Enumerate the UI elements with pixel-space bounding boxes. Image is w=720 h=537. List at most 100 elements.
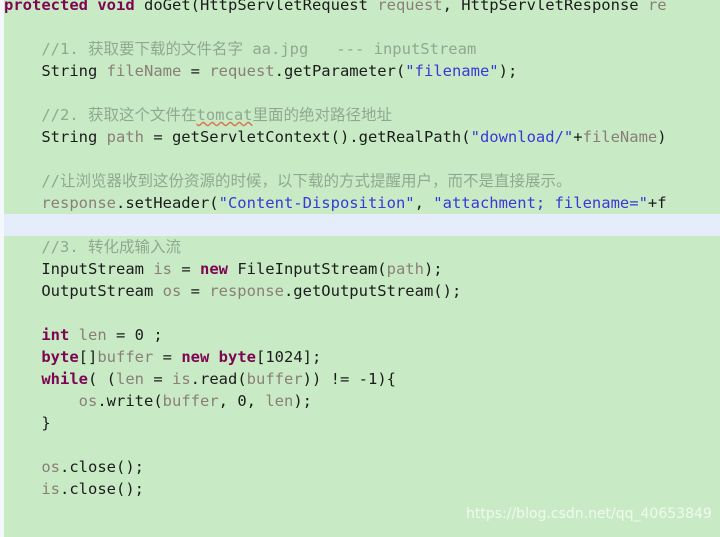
code-line[interactable]: os.close(); — [0, 456, 720, 478]
code-line[interactable]: os.write(buffer, 0, len); — [0, 390, 720, 412]
code-token-plain: [] — [78, 348, 98, 366]
code-token-plain: .getOutputStream(); — [283, 282, 462, 300]
code-token-kw: void — [97, 0, 135, 14]
code-line[interactable]: while( (len = is.read(buffer)) != -1){ — [0, 368, 720, 390]
code-line[interactable] — [0, 522, 720, 537]
code-token-var: request — [377, 0, 443, 14]
code-line[interactable]: int len = 0 ; — [0, 324, 720, 346]
code-screenshot: protected void doGet(HttpServletRequest … — [0, 0, 720, 537]
code-token-cmt-wavy: tomcat — [196, 106, 253, 124]
code-token-kw: new — [181, 348, 210, 366]
code-line[interactable]: String path = getServletContext().getRea… — [0, 126, 720, 148]
code-line[interactable] — [0, 500, 720, 522]
code-token-kw: byte — [41, 348, 79, 366]
code-line[interactable] — [0, 148, 720, 170]
code-line[interactable]: protected void doGet(HttpServletRequest … — [0, 0, 720, 16]
code-token-plain: , HttpServletResponse — [442, 0, 648, 14]
code-line[interactable]: //3. 转化成输入流 — [0, 236, 720, 258]
code-token-var: buffer — [162, 392, 219, 410]
code-line[interactable] — [0, 434, 720, 456]
code-token-cmt: //1. 获取要下载的文件名字 aa.jpg --- inputStream — [4, 40, 477, 58]
code-line[interactable]: InputStream is = new FileInputStream(pat… — [0, 258, 720, 280]
code-line[interactable]: OutputStream os = response.getOutputStre… — [0, 280, 720, 302]
code-token-kw: protected — [4, 0, 88, 14]
code-line[interactable]: //1. 获取要下载的文件名字 aa.jpg --- inputStream — [0, 38, 720, 60]
code-token-plain: } — [4, 414, 51, 432]
code-token-str: "download/" — [470, 128, 574, 146]
code-editor-surface[interactable]: protected void doGet(HttpServletRequest … — [0, 0, 720, 537]
code-token-var: is — [153, 260, 172, 278]
code-line[interactable]: byte[]buffer = new byte[1024]; — [0, 346, 720, 368]
code-token-var: response — [41, 194, 116, 212]
code-token-var: is — [172, 370, 191, 388]
code-line[interactable]: response.setHeader("Content-Disposition"… — [0, 192, 720, 214]
code-token-kw: while — [41, 370, 88, 388]
code-token-kw: int — [41, 326, 70, 344]
code-token-plain: String — [4, 128, 107, 146]
code-token-cmt: //2. 获取这个文件在 — [4, 106, 197, 124]
editor-left-gutter-strip — [0, 0, 4, 537]
code-line[interactable] — [0, 16, 720, 38]
code-token-plain: .write( — [97, 392, 163, 410]
code-token-plain: = — [153, 348, 182, 366]
code-token-plain: = — [171, 260, 200, 278]
code-token-var: len — [265, 392, 294, 410]
code-token-cmt: //让浏览器收到这份资源的时候，以下载的方式提醒用户，而不是直接展示。 — [4, 172, 572, 190]
code-token-plain: ); — [498, 62, 518, 80]
code-token-plain: String — [4, 62, 107, 80]
code-line[interactable]: //让浏览器收到这份资源的时候，以下载的方式提醒用户，而不是直接展示。 — [0, 170, 720, 192]
code-token-kw: new — [199, 260, 228, 278]
code-token-plain: [1024]; — [256, 348, 322, 366]
code-token-cmt: 里面的绝对路径地址 — [252, 106, 393, 124]
code-token-plain: = getServletContext().getRealPath( — [143, 128, 471, 146]
code-line-list[interactable]: protected void doGet(HttpServletRequest … — [0, 0, 720, 537]
code-token-plain: , — [414, 194, 434, 212]
code-token-plain: ); — [423, 260, 443, 278]
code-token-plain: OutputStream — [4, 282, 163, 300]
code-token-plain: = — [144, 370, 172, 388]
code-token-plain: + — [573, 128, 583, 146]
code-token-str: "attachment; filename=" — [433, 194, 648, 212]
code-token-var: len — [78, 326, 107, 344]
code-token-var: os — [41, 458, 60, 476]
code-token-var: buffer — [97, 348, 154, 366]
code-token-plain: )) != -1){ — [302, 370, 396, 388]
code-token-var: response — [209, 282, 284, 300]
code-line[interactable]: //2. 获取这个文件在tomcat里面的绝对路径地址 — [0, 104, 720, 126]
code-token-plain: = 0 ; — [106, 326, 163, 344]
code-token-var: buffer — [246, 370, 303, 388]
code-line[interactable]: String fileName = request.getParameter("… — [0, 60, 720, 82]
code-token-var: is — [41, 480, 60, 498]
code-token-var: path — [106, 128, 144, 146]
code-token-str: "filename" — [405, 62, 499, 80]
code-line[interactable]: is.close(); — [0, 478, 720, 500]
code-token-plain: FileInputStream( — [227, 260, 387, 278]
code-token-plain: .close(); — [60, 480, 144, 498]
code-token-plain: .setHeader( — [115, 194, 219, 212]
code-token-var: path — [386, 260, 424, 278]
code-token-var: os — [78, 392, 98, 410]
code-token-cmt: //3. 转化成输入流 — [4, 238, 181, 256]
code-line[interactable] — [0, 302, 720, 324]
code-line[interactable] — [0, 82, 720, 104]
code-token-var: request — [209, 62, 275, 80]
code-line[interactable] — [0, 214, 720, 236]
code-token-var: fileName — [582, 128, 658, 146]
code-token-plain: doGet(HttpServletRequest — [134, 0, 378, 14]
code-line[interactable]: } — [0, 412, 720, 434]
code-token-plain: = — [181, 62, 210, 80]
code-token-plain: ( ( — [88, 370, 116, 388]
code-token-plain: = — [181, 282, 210, 300]
code-token-plain: .close(); — [60, 458, 144, 476]
code-token-var: len — [116, 370, 144, 388]
